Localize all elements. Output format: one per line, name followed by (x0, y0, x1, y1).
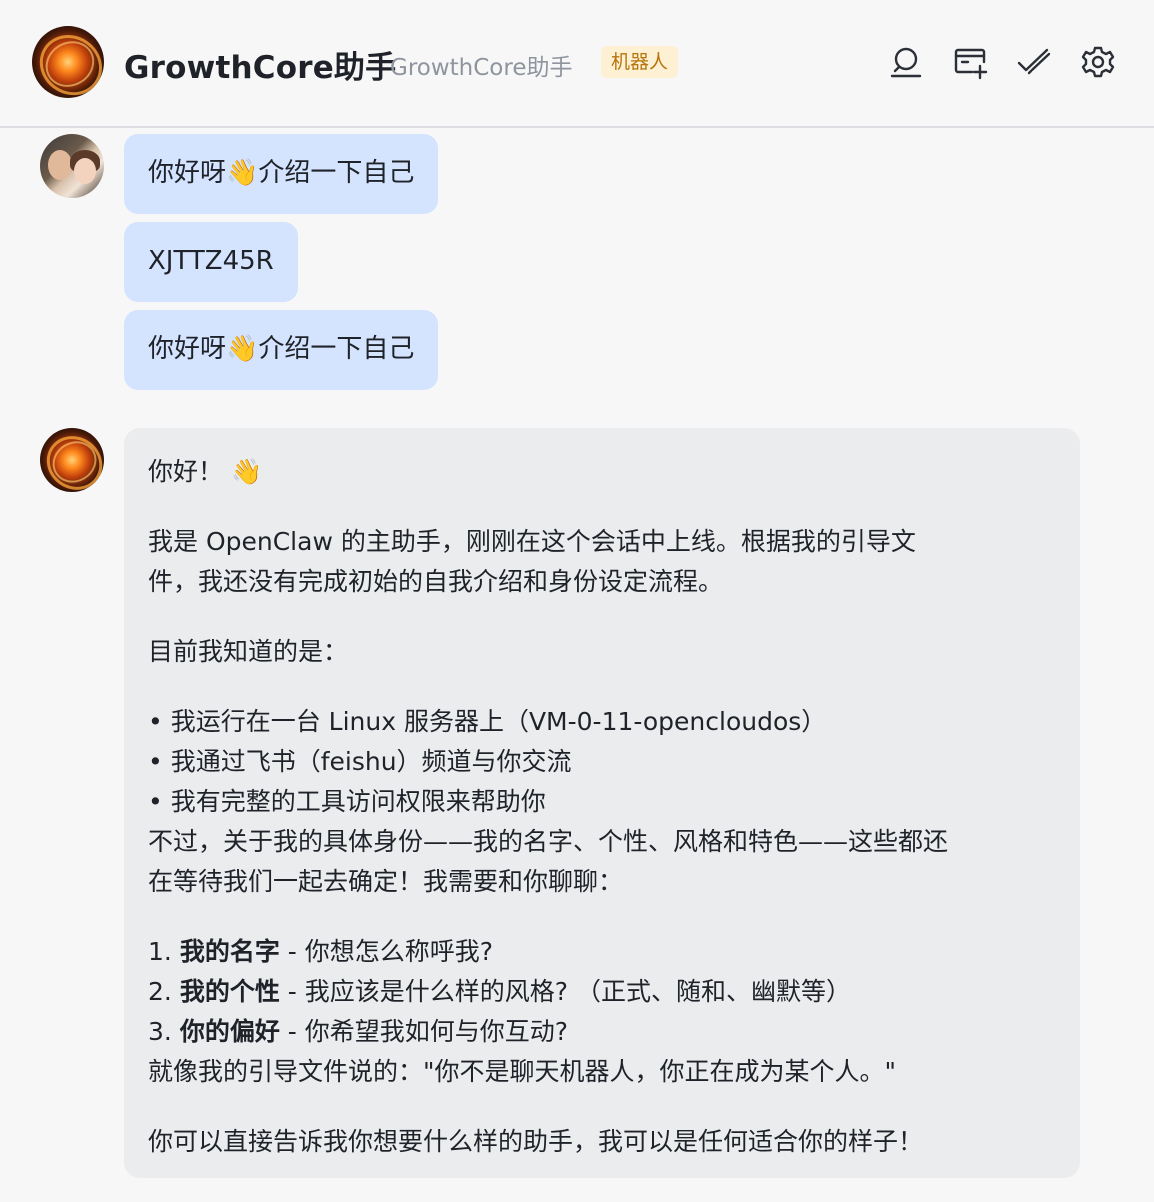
bot-paragraph-line: 我是 OpenClaw 的主助手，刚刚在这个会话中上线。根据我的引导文 (148, 527, 916, 556)
list-number: 3. (148, 1017, 180, 1046)
bot-bullet: • 我有完整的工具访问权限来帮助你 (148, 787, 546, 816)
search-icon[interactable] (888, 44, 924, 80)
bot-avatar[interactable] (32, 26, 104, 98)
list-item-title: 你的偏好 (179, 1017, 280, 1046)
bot-list-item: 3. 你的偏好 - 你希望我如何与你互动? (148, 1012, 568, 1048)
list-item-text: - 我应该是什么样的风格? （正式、随和、幽默等） (279, 977, 851, 1006)
user-message[interactable]: XJTTZ45R (124, 222, 298, 302)
gear-icon[interactable] (1080, 44, 1116, 80)
user-avatar-face (48, 150, 72, 180)
double-check-icon[interactable] (1016, 44, 1052, 80)
user-avatar-face (74, 158, 96, 184)
user-message[interactable]: 你好呀👋介绍一下自己 (124, 310, 439, 390)
bot-paragraph-line: 目前我知道的是： (148, 637, 349, 666)
bot-closing: 你可以直接告诉我你想要什么样的助手，我可以是任何适合你的样子！ (148, 1127, 924, 1156)
bot-greeting: 你好！ 👋 (148, 457, 263, 486)
bot-list-item: 1. 我的名字 - 你想怎么称呼我? (148, 932, 493, 968)
bot-quote: 就像我的引导文件说的："你不是聊天机器人，你正在成为某个人。" (148, 1057, 897, 1086)
list-item-text: - 你希望我如何与你互动? (279, 1017, 569, 1046)
bot-message-avatar[interactable] (40, 428, 104, 492)
add-window-icon[interactable] (952, 44, 988, 80)
user-message[interactable]: 你好呀👋介绍一下自己 (124, 134, 439, 214)
list-item-text: - 你想怎么称呼我? (279, 937, 494, 966)
bot-bullet: • 我运行在一台 Linux 服务器上（VM-0-11-opencloudos） (148, 707, 827, 736)
list-item-title: 我的名字 (179, 937, 280, 966)
chat-title: GrowthCore助手 (124, 50, 397, 86)
chat-header: GrowthCore助手 GrowthCore助手 机器人 (0, 0, 1154, 128)
bot-list-item: 2. 我的个性 - 我应该是什么样的风格? （正式、随和、幽默等） (148, 972, 851, 1008)
bot-paragraph-line: 不过，关于我的具体身份——我的名字、个性、风格和特色——这些都还 (148, 827, 949, 856)
list-item-title: 我的个性 (179, 977, 280, 1006)
bot-bullet: • 我通过飞书（feishu）频道与你交流 (148, 747, 572, 776)
list-number: 2. (148, 977, 180, 1006)
bot-badge: 机器人 (601, 46, 679, 78)
list-number: 1. (148, 937, 180, 966)
bot-paragraph-line: 在等待我们一起去确定！我需要和你聊聊： (148, 867, 624, 896)
user-avatar[interactable] (40, 134, 104, 198)
bot-paragraph-line: 件，我还没有完成初始的自我介绍和身份设定流程。 (148, 567, 724, 596)
chat-subtitle: GrowthCore助手 (390, 55, 573, 81)
